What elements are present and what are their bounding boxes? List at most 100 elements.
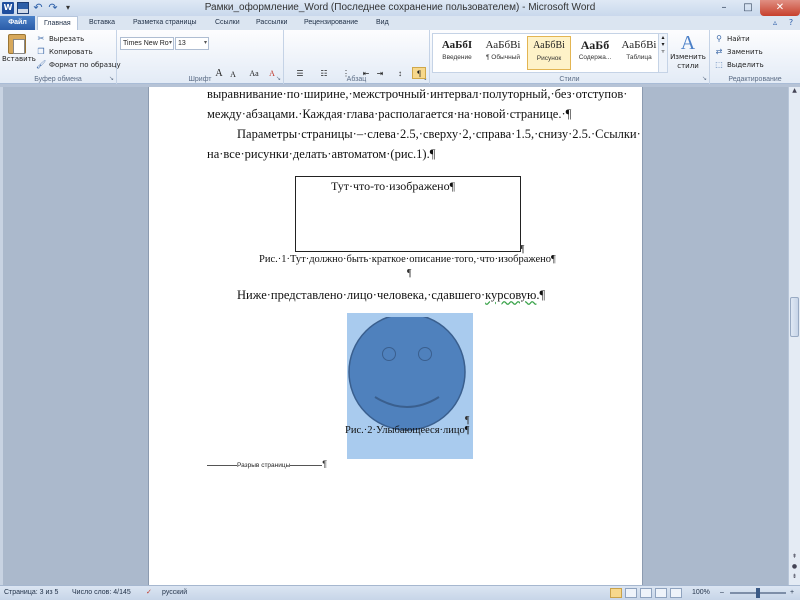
- multilevel-list-icon[interactable]: ⋮: [340, 68, 352, 80]
- figure-1-caption: Рис.·1·Тут·должно·быть·краткое·описание·…: [259, 254, 556, 265]
- shrink-font-button[interactable]: A: [227, 69, 239, 81]
- clipboard-launcher-icon[interactable]: ↘: [109, 75, 114, 82]
- ribbon: Вставить ✂ Вырезать ❐ Копировать 🖌 Форма…: [0, 30, 800, 98]
- language-indicator[interactable]: русский: [162, 586, 187, 600]
- line5-end: .¶: [536, 288, 546, 302]
- select-button[interactable]: ⬚ Выделить: [714, 59, 763, 71]
- style-item-figure[interactable]: АаБбВі Рисунок: [527, 36, 571, 70]
- style-item-intro[interactable]: АаБбІ Введение: [435, 36, 479, 70]
- smiley-face-icon: [348, 317, 466, 431]
- close-button[interactable]: ✕: [760, 0, 800, 16]
- styles-group-label: Стили: [559, 76, 580, 83]
- clipboard-icon: [8, 34, 26, 54]
- select-icon: ⬚: [715, 60, 723, 69]
- style-sample: АаБбВі: [621, 39, 657, 51]
- style-sample: АаБбІ: [441, 39, 473, 51]
- clear-formatting-button[interactable]: A: [266, 68, 278, 80]
- document-page[interactable]: выравнивание·по·ширине,·межстрочный·инте…: [148, 87, 643, 585]
- vertical-scrollbar[interactable]: ▲ ⇞ ● ⇟: [788, 87, 800, 585]
- web-layout-icon[interactable]: [640, 588, 652, 598]
- proofing-icon[interactable]: ✓: [146, 586, 152, 600]
- cut-button[interactable]: ✂ Вырезать: [36, 33, 85, 45]
- minimize-ribbon-icon[interactable]: ▵: [770, 18, 780, 28]
- help-icon[interactable]: ?: [786, 18, 796, 28]
- body-line-2: между·абзацами.·Каждая·глава·располагает…: [207, 107, 572, 121]
- change-styles-label: Изменить стили: [670, 53, 706, 70]
- full-screen-reading-icon[interactable]: [625, 588, 637, 598]
- replace-icon: ⇄: [715, 47, 723, 56]
- spellcheck-word: курсовую: [485, 288, 537, 302]
- body-line-3: Параметры·страницы·–·слева·2.5,·сверху·2…: [237, 127, 641, 141]
- decrease-indent-icon[interactable]: ⇤: [360, 68, 372, 80]
- minimize-button[interactable]: –: [712, 0, 736, 16]
- tab-file[interactable]: Файл: [0, 16, 35, 30]
- prev-page-icon[interactable]: ⇞: [789, 553, 800, 563]
- zoom-slider[interactable]: [730, 588, 786, 598]
- find-button[interactable]: ⚲ Найти: [714, 33, 750, 45]
- ribbon-tabs: Файл Главная Вставка Разметка страницы С…: [0, 16, 800, 31]
- style-name: Таблица: [626, 54, 652, 61]
- font-name-combo[interactable]: Times New Ro ▾: [120, 37, 174, 50]
- tab-home[interactable]: Главная: [37, 16, 78, 31]
- chevron-down-icon: ▾: [203, 40, 207, 46]
- body-line-1: выравнивание·по·ширине,·межстрочный·инте…: [207, 87, 628, 101]
- body-line-5: Ниже·представлено·лицо·человека,·сдавшег…: [237, 288, 545, 303]
- copy-button[interactable]: ❐ Копировать: [36, 46, 93, 58]
- font-size-value: 13: [178, 40, 186, 47]
- tab-mailings[interactable]: Рассылки: [250, 16, 293, 30]
- body-line-4: на·все·рисунки·делать·автоматом·(рис.1).…: [207, 147, 436, 161]
- scroll-up-icon[interactable]: ▲: [789, 87, 800, 97]
- smiley-figure[interactable]: ¶ Рис.·2·Улыбающееся·лицо¶: [345, 313, 473, 459]
- numbering-icon[interactable]: ☷: [318, 68, 330, 80]
- tab-review[interactable]: Рецензирование: [298, 16, 364, 30]
- zoom-slider-knob[interactable]: [756, 588, 760, 598]
- tab-view[interactable]: Вид: [370, 16, 395, 30]
- outline-view-icon[interactable]: [655, 588, 667, 598]
- show-formatting-button[interactable]: ¶: [412, 67, 426, 79]
- change-case-button[interactable]: Aa: [246, 68, 262, 80]
- zoom-in-button[interactable]: +: [790, 586, 794, 600]
- grow-font-button[interactable]: A: [213, 68, 225, 80]
- paste-button[interactable]: Вставить: [2, 33, 36, 71]
- cut-label: Вырезать: [49, 35, 85, 43]
- print-layout-icon[interactable]: [610, 588, 622, 598]
- styles-scrollbar[interactable]: ▴ ▾ ▿: [658, 34, 667, 72]
- style-name: Введение: [442, 54, 472, 61]
- styles-launcher-icon[interactable]: ↘: [702, 75, 707, 82]
- copy-label: Копировать: [49, 48, 93, 56]
- empty-paragraph: ¶: [407, 268, 412, 279]
- figure-frame[interactable]: Тут·что-то·изображено¶: [295, 176, 521, 252]
- style-sample: АаБб: [580, 38, 610, 52]
- paste-label: Вставить: [2, 55, 36, 63]
- font-size-combo[interactable]: 13 ▾: [175, 37, 209, 50]
- change-styles-button[interactable]: A Изменить стили: [670, 33, 706, 73]
- vertical-ruler: [0, 87, 3, 585]
- tab-page-layout[interactable]: Разметка страницы: [127, 16, 203, 30]
- page-indicator[interactable]: Страница: 3 из 5: [4, 586, 58, 600]
- browse-object-icon[interactable]: ●: [789, 563, 800, 573]
- style-name: Рисунок: [536, 55, 562, 62]
- figure-2-caption: Рис.·2·Улыбающееся·лицо¶: [345, 425, 470, 436]
- title-bar: W ↶ ↷ ▾ Рамки_оформление_Word (Последнее…: [0, 0, 800, 16]
- increase-indent-icon[interactable]: ⇥: [374, 68, 386, 80]
- tab-insert[interactable]: Вставка: [83, 16, 121, 30]
- style-item-normal[interactable]: АаБбВі ¶ Обычный: [481, 36, 525, 70]
- page-break-label: Разрыв страницы: [237, 462, 291, 469]
- format-painter-button[interactable]: 🖌 Формат по образцу: [36, 59, 121, 71]
- zoom-level[interactable]: 100%: [692, 586, 710, 600]
- replace-button[interactable]: ⇄ Заменить: [714, 46, 763, 58]
- next-page-icon[interactable]: ⇟: [789, 573, 800, 583]
- style-sample: АаБбВі: [533, 40, 565, 51]
- draft-view-icon[interactable]: [670, 588, 682, 598]
- tab-references[interactable]: Ссылки: [209, 16, 246, 30]
- zoom-out-button[interactable]: –: [720, 586, 724, 600]
- scrollbar-thumb[interactable]: [790, 297, 799, 337]
- bullets-icon[interactable]: ☰: [294, 68, 306, 80]
- brush-icon: 🖌: [36, 60, 47, 69]
- maximize-button[interactable]: □: [736, 0, 760, 16]
- styles-gallery: АаБбІ Введение АаБбВі ¶ Обычный АаБбВі Р…: [432, 33, 668, 73]
- word-count[interactable]: Число слов: 4/145: [72, 586, 131, 600]
- style-item-table[interactable]: АаБбВі Таблица: [617, 36, 661, 70]
- style-item-toc[interactable]: АаБб Содержа...: [573, 36, 617, 70]
- sort-icon[interactable]: ↕: [394, 68, 406, 80]
